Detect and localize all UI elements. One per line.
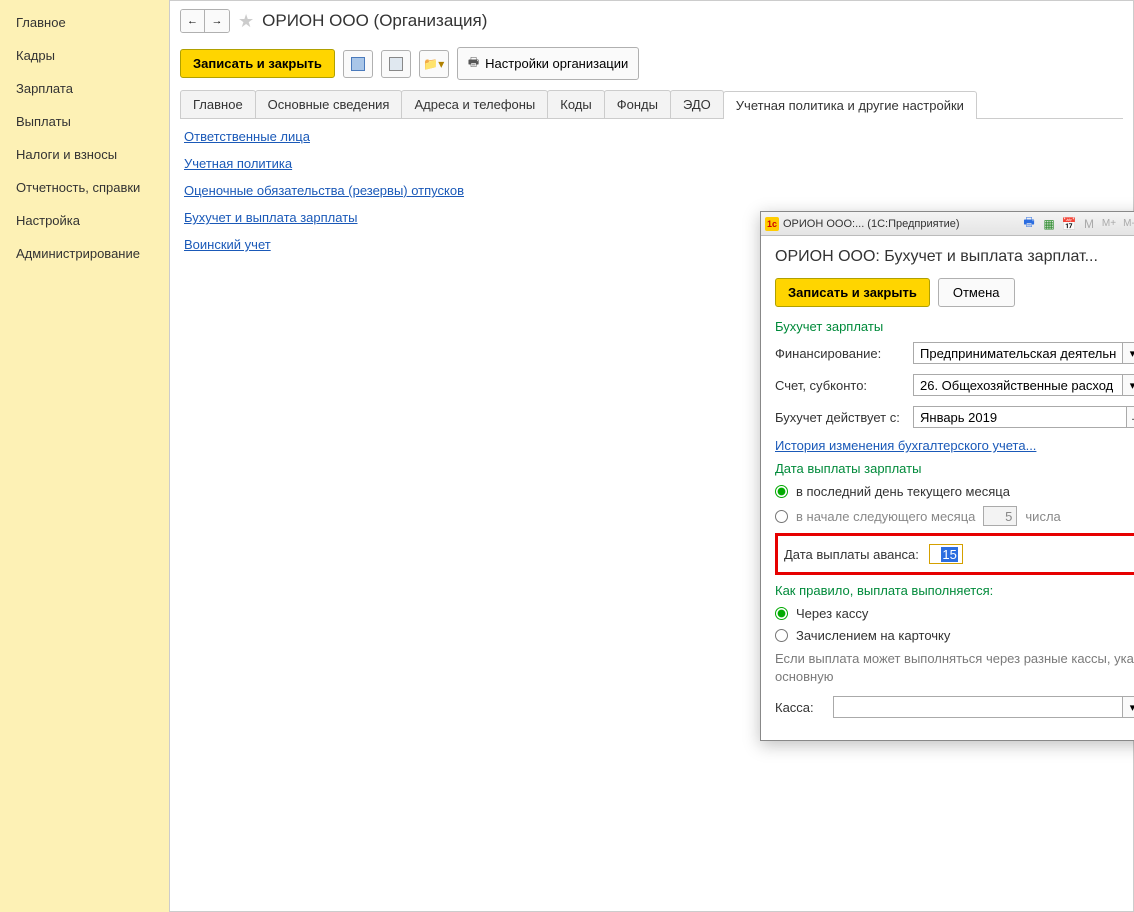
tab-edo[interactable]: ЭДО <box>670 90 724 118</box>
advance-label: Дата выплаты аванса: <box>784 547 919 562</box>
sidebar-item-reports[interactable]: Отчетность, справки <box>0 171 169 204</box>
sidebar-item-payments[interactable]: Выплаты <box>0 105 169 138</box>
dialog-save-close-button[interactable]: Записать и закрыть <box>775 278 930 307</box>
tab-main[interactable]: Главное <box>180 90 256 118</box>
radio-cash[interactable] <box>775 607 788 620</box>
history-link[interactable]: История изменения бухгалтерского учета..… <box>775 438 1134 453</box>
m-button[interactable]: M <box>1081 216 1097 232</box>
calendar-icon[interactable]: 📅 <box>1061 216 1077 232</box>
favorite-icon[interactable]: ★ <box>238 11 254 32</box>
link-responsible[interactable]: Ответственные лица <box>184 129 1119 144</box>
dialog-heading: ОРИОН ООО: Бухучет и выплата зарплат... <box>775 248 1134 266</box>
link-policy[interactable]: Учетная политика <box>184 156 1119 171</box>
section-accounting-title: Бухучет зарплаты <box>775 319 1134 334</box>
attach-button[interactable]: 📁▾ <box>419 50 449 78</box>
arrow-left-icon: ← <box>187 15 198 27</box>
folder-icon: 📁▾ <box>423 57 444 71</box>
main-area: ← → ★ ОРИОН ООО (Организация) Записать и… <box>170 0 1134 912</box>
financing-label: Финансирование: <box>775 346 905 361</box>
forward-button[interactable]: → <box>205 10 229 32</box>
page-title: ОРИОН ООО (Организация) <box>262 11 487 31</box>
list-icon <box>389 57 403 71</box>
since-more-button[interactable]: … <box>1127 406 1134 428</box>
tab-basic-info[interactable]: Основные сведения <box>255 90 403 118</box>
arrow-right-icon: → <box>212 15 223 27</box>
radio-card-label: Зачислением на карточку <box>796 628 950 643</box>
mplus-button[interactable]: M+ <box>1101 216 1117 232</box>
mminus-button[interactable]: M- <box>1121 216 1134 232</box>
diskette-icon <box>351 57 365 71</box>
sidebar-item-salary[interactable]: Зарплата <box>0 72 169 105</box>
sidebar-item-personnel[interactable]: Кадры <box>0 39 169 72</box>
section-method-title: Как правило, выплата выполняется: <box>775 583 1134 598</box>
since-input[interactable] <box>913 406 1127 428</box>
radio-cash-label: Через кассу <box>796 606 868 621</box>
kassa-label: Касса: <box>775 700 825 715</box>
financing-input[interactable] <box>913 342 1123 364</box>
tabs: Главное Основные сведения Адреса и телеф… <box>180 90 1123 119</box>
account-label: Счет, субконто: <box>775 378 905 393</box>
tab-codes[interactable]: Коды <box>547 90 604 118</box>
financing-dropdown-button[interactable]: ▾ <box>1123 342 1134 364</box>
account-input[interactable] <box>913 374 1123 396</box>
dialog-titlebar-text: ОРИОН ООО:... (1С:Предприятие) <box>783 218 1017 230</box>
nav-group: ← → <box>180 9 230 33</box>
back-button[interactable]: ← <box>181 10 205 32</box>
list-button[interactable] <box>381 50 411 78</box>
radio-last-day-label: в последний день текущего месяца <box>796 484 1010 499</box>
calc-icon[interactable]: ▦ <box>1041 216 1057 232</box>
sidebar-item-taxes[interactable]: Налоги и взносы <box>0 138 169 171</box>
next-month-day-input[interactable] <box>983 506 1017 526</box>
print-icon[interactable]: 🖶 <box>1021 216 1037 232</box>
since-label: Бухучет действует с: <box>775 410 905 425</box>
org-settings-button[interactable]: 🖶 Настройки организации <box>457 47 639 80</box>
org-settings-label: Настройки организации <box>485 56 628 71</box>
sidebar-item-settings[interactable]: Настройка <box>0 204 169 237</box>
radio-next-month-label: в начале следующего месяца <box>796 509 975 524</box>
dialog-accounting-salary: 1c ОРИОН ООО:... (1С:Предприятие) 🖶 ▦ 📅 … <box>760 211 1134 741</box>
sidebar-item-admin[interactable]: Администрирование <box>0 237 169 270</box>
dialog-cancel-button[interactable]: Отмена <box>938 278 1015 307</box>
dialog-titlebar: 1c ОРИОН ООО:... (1С:Предприятие) 🖶 ▦ 📅 … <box>761 212 1134 236</box>
sidebar-item-main[interactable]: Главное <box>0 6 169 39</box>
tab-addresses[interactable]: Адреса и телефоны <box>401 90 548 118</box>
account-dropdown-button[interactable]: ▾ <box>1123 374 1134 396</box>
radio-card[interactable] <box>775 629 788 642</box>
app-icon: 1c <box>765 217 779 231</box>
kassa-hint: Если выплата может выполняться через раз… <box>775 650 1134 686</box>
link-reserves[interactable]: Оценочные обязательства (резервы) отпуск… <box>184 183 1119 198</box>
advance-highlight: Дата выплаты аванса: 15 <box>775 533 1134 575</box>
kassa-input[interactable] <box>833 696 1123 718</box>
kassa-dropdown-button[interactable]: ▾ <box>1123 696 1134 718</box>
print-icon: 🖶 <box>468 53 479 74</box>
sidebar: Главное Кадры Зарплата Выплаты Налоги и … <box>0 0 170 912</box>
radio-last-day[interactable] <box>775 485 788 498</box>
tab-policy[interactable]: Учетная политика и другие настройки <box>723 91 977 119</box>
tab-funds[interactable]: Фонды <box>604 90 671 118</box>
save-button[interactable] <box>343 50 373 78</box>
advance-input[interactable]: 15 <box>929 544 963 564</box>
save-close-button[interactable]: Записать и закрыть <box>180 49 335 78</box>
next-month-suffix: числа <box>1025 509 1060 524</box>
radio-next-month[interactable] <box>775 510 788 523</box>
section-paydate-title: Дата выплаты зарплаты <box>775 461 1134 476</box>
